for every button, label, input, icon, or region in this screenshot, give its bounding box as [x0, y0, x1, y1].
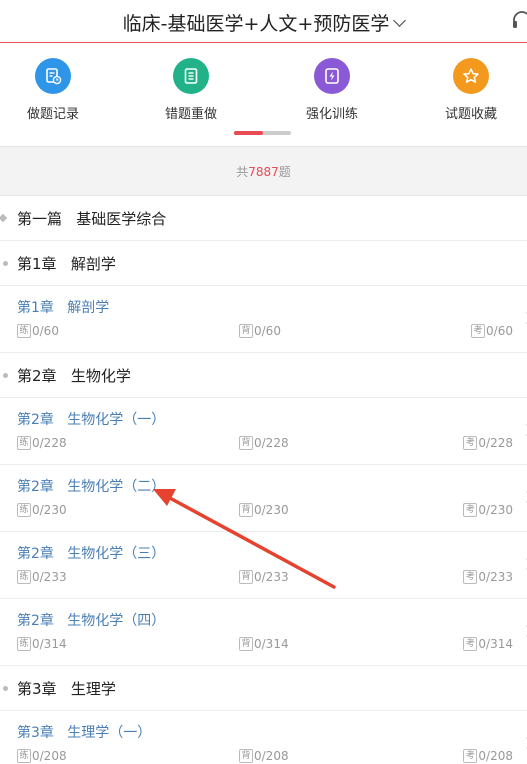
memorize-stat: 背 0/230 — [239, 503, 289, 517]
quick-action-label: 做题记录 — [26, 107, 79, 122]
chapter-label: 第2章 生物化学 — [17, 367, 131, 385]
quick-action-label: 试题收藏 — [444, 107, 497, 122]
chevron-right-icon — [521, 312, 527, 324]
lesson-row[interactable]: 第3章 生理学（一） 练 0/208 背 0/208 考 0/208 — [0, 711, 527, 764]
exam-stat: 考 0/60 — [471, 324, 513, 338]
chapter-row: 第2章 生物化学 — [0, 353, 527, 398]
exam-stat: 考 0/230 — [463, 503, 513, 517]
lesson-row[interactable]: 第2章 生物化学（三） 练 0/233 背 0/233 考 0/233 — [0, 532, 527, 599]
chapter-label: 第1章 解剖学 — [17, 255, 116, 273]
lesson-row[interactable]: 第2章 生物化学（二） 练 0/230 背 0/230 考 0/230 — [0, 465, 527, 532]
quick-action-favorites[interactable]: 试题收藏 — [416, 58, 526, 122]
lesson-row[interactable]: 第1章 解剖学 练 0/60 背 0/60 考 0/60 — [0, 286, 527, 353]
memorize-stat: 背 0/314 — [239, 637, 289, 651]
practice-stat: 练 0/208 — [17, 749, 67, 763]
total-count: 7887 — [248, 165, 279, 179]
history-icon — [35, 58, 71, 94]
quick-action-redo-mistakes[interactable]: 错题重做 — [136, 58, 246, 122]
chapter-label: 第3章 生理学 — [17, 680, 116, 698]
chapter-row: 第3章 生理学 — [0, 666, 527, 711]
chevron-down-icon — [393, 14, 407, 27]
quick-action-history[interactable]: 做题记录 — [0, 58, 108, 122]
exam-stat: 考 0/314 — [463, 637, 513, 651]
quick-action-training[interactable]: 强化训练 — [277, 58, 387, 122]
quick-actions: 做题记录 错题重做 强化训练 试题收藏 — [0, 44, 527, 146]
exam-stat: 考 0/208 — [463, 749, 513, 763]
star-icon — [453, 58, 489, 94]
bullet-icon — [3, 373, 8, 378]
part-label: 第一篇 基础医学综合 — [17, 210, 167, 228]
chevron-right-icon — [521, 558, 527, 570]
notebook-icon — [173, 58, 209, 94]
quick-action-label: 强化训练 — [305, 107, 358, 122]
practice-stat: 练 0/60 — [17, 324, 59, 338]
diamond-icon — [0, 213, 8, 223]
lesson-row[interactable]: 第2章 生物化学（一） 练 0/228 背 0/228 考 0/228 — [0, 398, 527, 465]
course-title: 临床-基础医学+人文+预防医学 — [122, 13, 390, 35]
quick-action-label: 错题重做 — [164, 107, 217, 122]
question-count: 共7887题 — [0, 146, 527, 196]
chevron-right-icon — [521, 491, 527, 503]
page-indicator — [234, 131, 291, 135]
memorize-stat: 背 0/233 — [239, 570, 289, 584]
headset-icon[interactable] — [511, 10, 527, 30]
chapter-row: 第1章 解剖学 — [0, 241, 527, 286]
memorize-stat: 背 0/60 — [239, 324, 281, 338]
lesson-title: 第2章 生物化学（一） — [17, 412, 166, 428]
lesson-title: 第3章 生理学（一） — [17, 725, 152, 741]
practice-stat: 练 0/230 — [17, 503, 67, 517]
lightning-icon — [314, 58, 350, 94]
lesson-title: 第2章 生物化学（四） — [17, 613, 166, 629]
chevron-right-icon — [521, 625, 527, 637]
bullet-icon — [3, 686, 8, 691]
app-header: 临床-基础医学+人文+预防医学 — [0, 0, 527, 43]
exam-stat: 考 0/233 — [463, 570, 513, 584]
lesson-title: 第2章 生物化学（二） — [17, 479, 166, 495]
chapter-list: 第一篇 基础医学综合 第1章 解剖学 第1章 解剖学 练 0/60 背 0/60 考… — [0, 196, 527, 764]
course-selector[interactable]: 临床-基础医学+人文+预防医学 — [0, 9, 527, 36]
memorize-stat: 背 0/228 — [239, 436, 289, 450]
bullet-icon — [3, 261, 8, 266]
practice-stat: 练 0/233 — [17, 570, 67, 584]
practice-stat: 练 0/314 — [17, 637, 67, 651]
exam-stat: 考 0/228 — [463, 436, 513, 450]
lesson-row[interactable]: 第2章 生物化学（四） 练 0/314 背 0/314 考 0/314 — [0, 599, 527, 666]
lesson-title: 第1章 解剖学 — [17, 300, 110, 316]
lesson-title: 第2章 生物化学（三） — [17, 546, 166, 562]
chevron-right-icon — [521, 424, 527, 436]
part-row: 第一篇 基础医学综合 — [0, 196, 527, 241]
memorize-stat: 背 0/208 — [239, 749, 289, 763]
chevron-right-icon — [521, 737, 527, 749]
practice-stat: 练 0/228 — [17, 436, 67, 450]
